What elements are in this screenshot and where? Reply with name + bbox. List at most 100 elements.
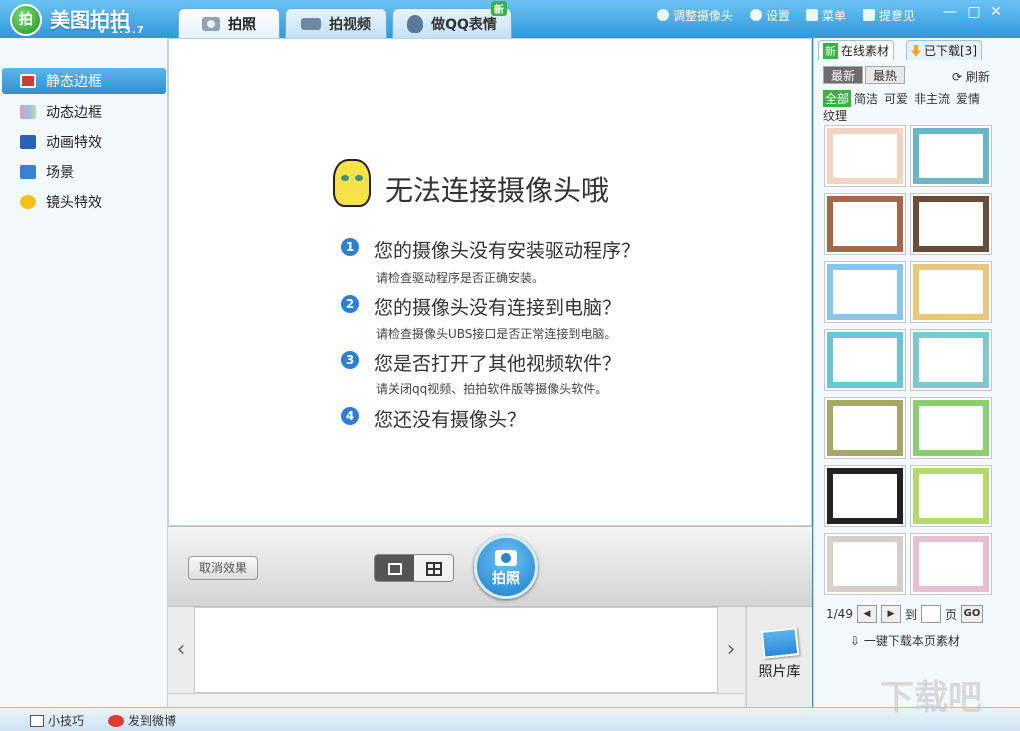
sidebar-item-label: 场景 <box>46 165 74 181</box>
question-title: 您的摄像头没有连接到电脑？ <box>374 297 622 319</box>
tab-qq-emoticon[interactable]: 做QQ表情 新 <box>392 1 512 38</box>
cancel-effect-button[interactable]: 取消效果 <box>188 556 258 580</box>
frame-thumbnail[interactable] <box>824 125 906 187</box>
frame-thumbnail[interactable] <box>910 465 992 527</box>
tab-online-material[interactable]: 新 在线素材 <box>818 40 895 60</box>
question-number: 2 <box>341 295 359 313</box>
video-icon <box>301 17 321 30</box>
feedback-button[interactable]: 提意见 <box>863 6 915 24</box>
filmstrip-prev-button[interactable]: ‹ <box>168 607 194 693</box>
frame-preview <box>827 264 903 320</box>
camera-preview: 无法连接摄像头哦 1 您的摄像头没有安装驱动程序？ 请检查驱动程序是否正确安装。… <box>168 38 812 526</box>
close-button[interactable]: ✕ <box>986 3 1006 21</box>
menu-button[interactable]: 菜单 <box>806 6 846 24</box>
frame-thumbnail[interactable] <box>910 125 992 187</box>
settings-button[interactable]: 设置 <box>750 6 790 24</box>
single-frame-icon <box>387 563 402 575</box>
photo-library-label: 照片库 <box>758 664 801 680</box>
title-bar: 拍 美图拍拍 V 1.3.7 拍照 拍视频 做QQ表情 新 调整摄像头 设置 菜… <box>0 0 1020 38</box>
page-input[interactable] <box>920 605 941 623</box>
filmstrip: ‹ › 照片库 <box>168 606 812 708</box>
frame-preview <box>913 536 989 592</box>
menu-icon <box>806 9 818 21</box>
tab-label: 做QQ表情 <box>431 16 497 33</box>
tab-photo[interactable]: 拍照 <box>178 8 280 38</box>
sidebar-item-lens-effect[interactable]: 镜头特效 <box>2 189 166 215</box>
download-icon <box>911 44 921 57</box>
go-button[interactable]: GO <box>960 605 983 623</box>
next-page-button[interactable]: ▶ <box>880 605 901 623</box>
app-version: V 1.3.7 <box>98 25 145 36</box>
page-label: 页 <box>944 607 957 622</box>
app-logo-icon: 拍 <box>10 4 42 36</box>
question-number: 1 <box>341 238 359 256</box>
question-title: 您还没有摄像头？ <box>374 409 527 431</box>
question-title: 您的摄像头没有安装驱动程序？ <box>374 240 641 262</box>
single-layout-button[interactable] <box>375 555 414 581</box>
frame-thumbnail[interactable] <box>910 533 992 595</box>
category-love[interactable]: 爱情 <box>956 90 980 107</box>
maximize-button[interactable]: □ <box>964 3 984 21</box>
shoot-label: 拍照 <box>492 571 520 587</box>
filmstrip-next-button[interactable]: › <box>718 607 744 693</box>
tab-video[interactable]: 拍视频 <box>285 8 387 38</box>
category-simple[interactable]: 简洁 <box>854 90 878 107</box>
frame-preview <box>827 400 903 456</box>
mascot-icon <box>333 159 371 207</box>
frame-thumbnail[interactable] <box>910 261 992 323</box>
status-bar: 小技巧 发到微博 <box>0 707 1020 731</box>
sidebar-item-dynamic-frame[interactable]: 动态边框 <box>2 99 166 125</box>
sidebar-item-scene[interactable]: 场景 <box>2 159 166 185</box>
download-all-button[interactable]: ⇩ 一键下载本页素材 <box>850 632 960 649</box>
prev-page-button[interactable]: ◀ <box>856 605 877 623</box>
error-headline: 无法连接摄像头哦 <box>385 174 610 207</box>
refresh-button[interactable]: ⟳ 刷新 <box>952 68 990 85</box>
sidebar-item-static-frame[interactable]: 静态边框 <box>2 68 166 94</box>
sidebar-item-animation-effect[interactable]: 动画特效 <box>2 129 166 155</box>
category-texture[interactable]: 纹理 <box>823 107 847 124</box>
tab-downloaded[interactable]: 已下载[3] <box>906 40 982 60</box>
camera-icon <box>495 550 517 566</box>
tab-label: 已下载[3] <box>924 44 977 58</box>
tab-label: 在线素材 <box>841 44 890 58</box>
frame-thumbnail[interactable] <box>910 329 992 391</box>
adjust-webcam-button[interactable]: 调整摄像头 <box>657 6 733 24</box>
minimize-button[interactable]: — <box>940 3 960 21</box>
question-number: 4 <box>341 407 359 425</box>
filmstrip-scrollbar[interactable] <box>168 693 744 707</box>
shoot-button[interactable]: 拍照 <box>474 535 538 599</box>
menu-label: 调整摄像头 <box>673 8 734 23</box>
frame-thumbnail[interactable] <box>824 465 906 527</box>
frame-thumbnail[interactable] <box>910 397 992 459</box>
gear-icon <box>750 9 762 21</box>
control-bar: 取消效果 拍照 <box>168 526 812 606</box>
question-title: 您是否打开了其他视频软件？ <box>374 353 622 375</box>
new-badge: 新 <box>491 1 507 16</box>
subtab-hottest[interactable]: 最热 <box>865 66 905 84</box>
grid-layout-button[interactable] <box>414 555 453 581</box>
share-weibo-button[interactable]: 发到微博 <box>108 712 176 729</box>
menu-label: 菜单 <box>822 8 847 23</box>
book-icon <box>30 714 44 727</box>
frame-thumbnail[interactable] <box>824 193 906 255</box>
frame-thumbnail[interactable] <box>824 329 906 391</box>
question-hint: 请检查驱动程序是否正确安装。 <box>376 271 545 285</box>
menu-label: 设置 <box>766 8 791 23</box>
photo-library-button[interactable]: 照片库 <box>746 607 812 708</box>
category-all[interactable]: 全部 <box>823 90 852 107</box>
question-number: 3 <box>341 351 359 369</box>
watermark: 下载吧 <box>880 678 982 718</box>
frame-thumbnail[interactable] <box>824 533 906 595</box>
tips-button[interactable]: 小技巧 <box>30 712 84 729</box>
category-nonmainstream[interactable]: 非主流 <box>914 90 950 107</box>
question-hint: 请检查摄像头UBS接口是否正常连接到电脑。 <box>376 327 617 341</box>
category-cute[interactable]: 可爱 <box>884 90 908 107</box>
weibo-label: 发到微博 <box>128 714 177 728</box>
qq-penguin-icon <box>407 14 424 33</box>
frame-thumbnail[interactable] <box>824 397 906 459</box>
weibo-icon <box>108 714 124 727</box>
frame-thumbnail[interactable] <box>910 193 992 255</box>
frame-preview <box>827 128 903 184</box>
frame-thumbnail[interactable] <box>824 261 906 323</box>
subtab-newest[interactable]: 最新 <box>823 66 863 84</box>
